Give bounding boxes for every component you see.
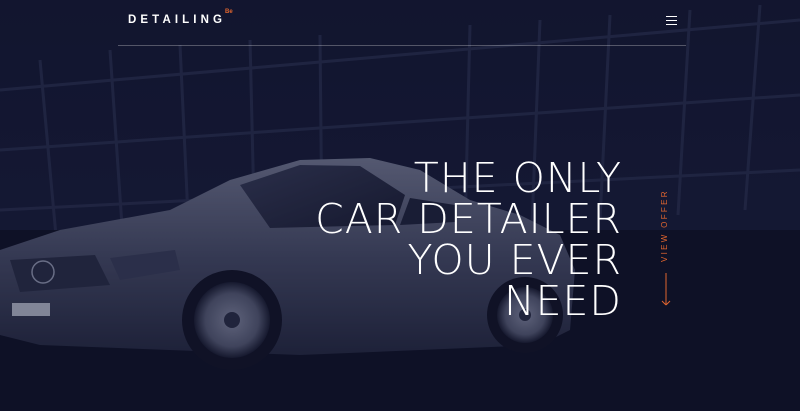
- hero-headline: THE ONLY CAR DETAILER YOU EVER NEED: [262, 158, 622, 322]
- view-offer-link[interactable]: VIEW OFFER: [660, 178, 674, 308]
- logo-badge: Be: [225, 9, 233, 15]
- headline-line-3: YOU EVER: [407, 236, 622, 284]
- headline-line-1: THE ONLY: [413, 154, 622, 202]
- hamburger-menu-icon[interactable]: [666, 16, 678, 28]
- hero-section: DETAILING Be THE ONLY CAR DETAILER YOU E…: [0, 0, 800, 411]
- arrow-down-icon: [661, 273, 671, 306]
- logo[interactable]: DETAILING: [128, 14, 226, 26]
- view-offer-label: VIEW OFFER: [660, 189, 669, 262]
- site-header: DETAILING Be: [118, 0, 686, 46]
- headline-line-2: CAR DETAILER: [315, 195, 622, 243]
- headline-line-4: NEED: [503, 277, 622, 325]
